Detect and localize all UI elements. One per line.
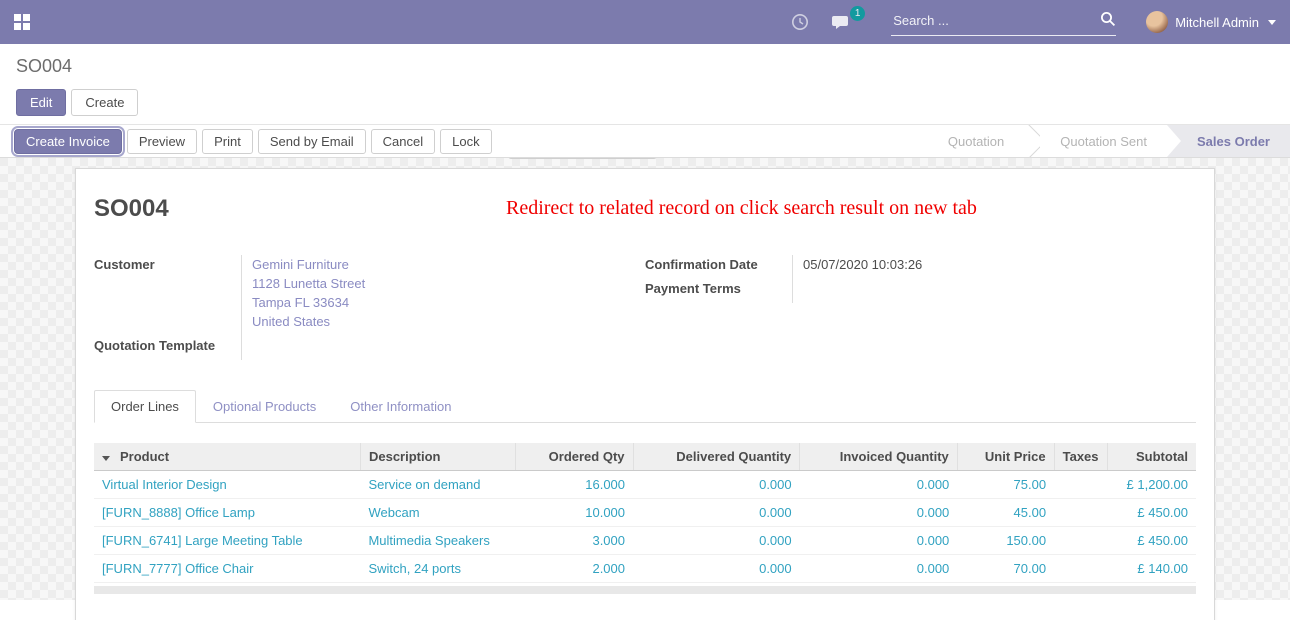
activities-clock-icon[interactable] — [791, 13, 809, 31]
cell-product[interactable]: [FURN_8888] Office Lamp — [94, 499, 360, 527]
column-header-subtotal[interactable]: Subtotal — [1107, 443, 1196, 471]
cell-product[interactable]: [FURN_7777] Office Chair — [94, 555, 360, 583]
cell-invoiced-quantity[interactable]: 0.000 — [800, 471, 958, 499]
cell-delivered-quantity[interactable]: 0.000 — [633, 527, 800, 555]
user-name: Mitchell Admin — [1175, 15, 1259, 30]
table-header-row: Product Description Ordered Qty Delivere… — [94, 443, 1196, 471]
left-field-group: Customer Gemini Furniture 1128 Lunetta S… — [94, 255, 645, 360]
column-header-taxes[interactable]: Taxes — [1054, 443, 1107, 471]
cell-taxes[interactable] — [1054, 471, 1107, 499]
cell-taxes[interactable] — [1054, 499, 1107, 527]
quotation-template-label: Quotation Template — [94, 336, 242, 360]
cell-ordered-qty[interactable]: 10.000 — [515, 499, 633, 527]
preview-button[interactable]: Preview — [127, 129, 197, 154]
apps-menu-icon[interactable] — [14, 14, 30, 30]
cell-delivered-quantity[interactable]: 0.000 — [633, 499, 800, 527]
messages-icon[interactable]: 1 — [831, 13, 853, 31]
cell-description[interactable]: Webcam — [360, 499, 515, 527]
lock-button[interactable]: Lock — [440, 129, 491, 154]
cell-invoiced-quantity[interactable]: 0.000 — [800, 499, 958, 527]
confirmation-date-value[interactable]: 05/07/2020 10:03:26 — [793, 255, 922, 279]
cell-taxes[interactable] — [1054, 555, 1107, 583]
form-view-background: SO004 Redirect to related record on clic… — [0, 158, 1290, 600]
payment-terms-label: Payment Terms — [645, 279, 793, 303]
send-by-email-button[interactable]: Send by Email — [258, 129, 366, 154]
order-line-row[interactable]: Virtual Interior DesignService on demand… — [94, 471, 1196, 499]
create-button[interactable]: Create — [71, 89, 138, 116]
right-field-group: Confirmation Date 05/07/2020 10:03:26 Pa… — [645, 255, 1196, 360]
notebook-tabs: Order Lines Optional Products Other Info… — [94, 390, 1196, 423]
breadcrumb[interactable]: SO004 — [16, 56, 1274, 77]
column-header-unit-price[interactable]: Unit Price — [957, 443, 1054, 471]
cell-unit-price[interactable]: 45.00 — [957, 499, 1054, 527]
annotation-note: Redirect to related record on click sear… — [506, 197, 977, 220]
cell-subtotal[interactable]: £ 1,200.00 — [1107, 471, 1196, 499]
tab-other-information[interactable]: Other Information — [333, 390, 468, 423]
cell-unit-price[interactable]: 75.00 — [957, 471, 1054, 499]
order-line-row[interactable]: [FURN_8888] Office LampWebcam10.0000.000… — [94, 499, 1196, 527]
customer-city[interactable]: Tampa FL 33634 — [252, 293, 365, 312]
stage-sales-order[interactable]: Sales Order — [1167, 125, 1290, 157]
create-invoice-button[interactable]: Create Invoice — [14, 129, 122, 154]
order-lines-table: Product Description Ordered Qty Delivere… — [94, 443, 1196, 583]
cancel-button[interactable]: Cancel — [371, 129, 435, 154]
stage-quotation[interactable]: Quotation — [928, 125, 1024, 157]
customer-street[interactable]: 1128 Lunetta Street — [252, 274, 365, 293]
customer-name-link[interactable]: Gemini Furniture — [252, 255, 365, 274]
cell-description[interactable]: Service on demand — [360, 471, 515, 499]
stage-quotation-sent[interactable]: Quotation Sent — [1040, 125, 1167, 157]
cell-product[interactable]: [FURN_6741] Large Meeting Table — [94, 527, 360, 555]
chevron-down-icon — [1268, 20, 1276, 25]
tab-order-lines[interactable]: Order Lines — [94, 390, 196, 423]
control-panel: SO004 Edit Create Print Action 1 / 1 — [0, 44, 1290, 124]
cell-taxes[interactable] — [1054, 527, 1107, 555]
cell-description[interactable]: Switch, 24 ports — [360, 555, 515, 583]
payment-terms-value[interactable] — [793, 279, 803, 303]
column-header-description[interactable]: Description — [360, 443, 515, 471]
order-line-row[interactable]: [FURN_7777] Office ChairSwitch, 24 ports… — [94, 555, 1196, 583]
search-icon[interactable] — [1100, 11, 1116, 32]
column-header-delivered-quantity[interactable]: Delivered Quantity — [633, 443, 800, 471]
cell-description[interactable]: Multimedia Speakers — [360, 527, 515, 555]
messages-count-badge: 1 — [850, 6, 865, 21]
global-search[interactable] — [891, 9, 1116, 36]
cell-unit-price[interactable]: 150.00 — [957, 527, 1054, 555]
cell-invoiced-quantity[interactable]: 0.000 — [800, 527, 958, 555]
user-avatar — [1146, 11, 1168, 33]
list-footer-strip — [94, 586, 1196, 594]
column-header-product[interactable]: Product — [94, 443, 360, 471]
user-menu[interactable]: Mitchell Admin — [1146, 11, 1276, 33]
cell-subtotal[interactable]: £ 450.00 — [1107, 527, 1196, 555]
print-button[interactable]: Print — [202, 129, 253, 154]
cell-delivered-quantity[interactable]: 0.000 — [633, 471, 800, 499]
edit-button[interactable]: Edit — [16, 89, 66, 116]
stage-pipeline: Quotation Quotation Sent Sales Order — [928, 125, 1290, 157]
cell-unit-price[interactable]: 70.00 — [957, 555, 1054, 583]
cell-ordered-qty[interactable]: 16.000 — [515, 471, 633, 499]
customer-label: Customer — [94, 255, 242, 336]
cell-delivered-quantity[interactable]: 0.000 — [633, 555, 800, 583]
column-header-ordered-qty[interactable]: Ordered Qty — [515, 443, 633, 471]
sale-order-sheet: SO004 Redirect to related record on clic… — [75, 168, 1215, 620]
cell-product[interactable]: Virtual Interior Design — [94, 471, 360, 499]
cell-ordered-qty[interactable]: 2.000 — [515, 555, 633, 583]
confirmation-date-label: Confirmation Date — [645, 255, 793, 279]
cell-subtotal[interactable]: £ 450.00 — [1107, 499, 1196, 527]
top-navbar: 1 Mitchell Admin — [0, 0, 1290, 44]
customer-address[interactable]: Gemini Furniture 1128 Lunetta Street Tam… — [242, 255, 365, 336]
statusbar: Create Invoice Preview Print Send by Ema… — [0, 124, 1290, 158]
search-input[interactable] — [891, 9, 1100, 32]
cell-invoiced-quantity[interactable]: 0.000 — [800, 555, 958, 583]
optional-columns-dropdown-icon[interactable] — [102, 456, 110, 461]
column-header-invoiced-quantity[interactable]: Invoiced Quantity — [800, 443, 958, 471]
quotation-template-value[interactable] — [242, 336, 252, 360]
customer-country[interactable]: United States — [252, 312, 365, 331]
order-line-row[interactable]: [FURN_6741] Large Meeting TableMultimedi… — [94, 527, 1196, 555]
tab-optional-products[interactable]: Optional Products — [196, 390, 333, 423]
stage-chevron-icon — [1024, 125, 1040, 157]
cell-ordered-qty[interactable]: 3.000 — [515, 527, 633, 555]
cell-subtotal[interactable]: £ 140.00 — [1107, 555, 1196, 583]
